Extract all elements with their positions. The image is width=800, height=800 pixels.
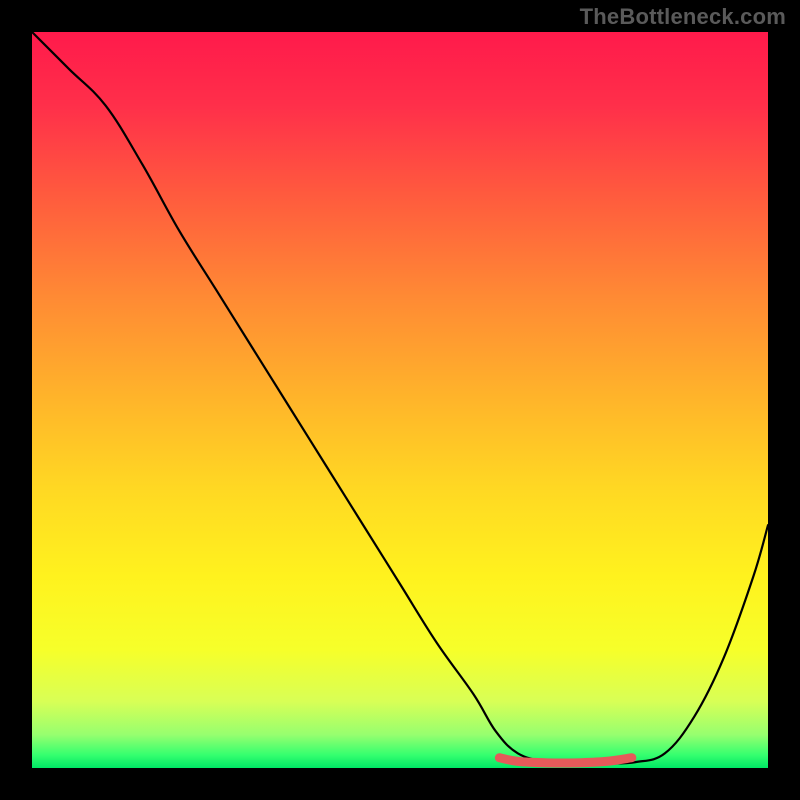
watermark-text: TheBottleneck.com bbox=[580, 4, 786, 30]
gradient-background bbox=[32, 32, 768, 768]
chart-frame: TheBottleneck.com bbox=[0, 0, 800, 800]
plot-area bbox=[32, 32, 768, 768]
bottleneck-chart bbox=[32, 32, 768, 768]
